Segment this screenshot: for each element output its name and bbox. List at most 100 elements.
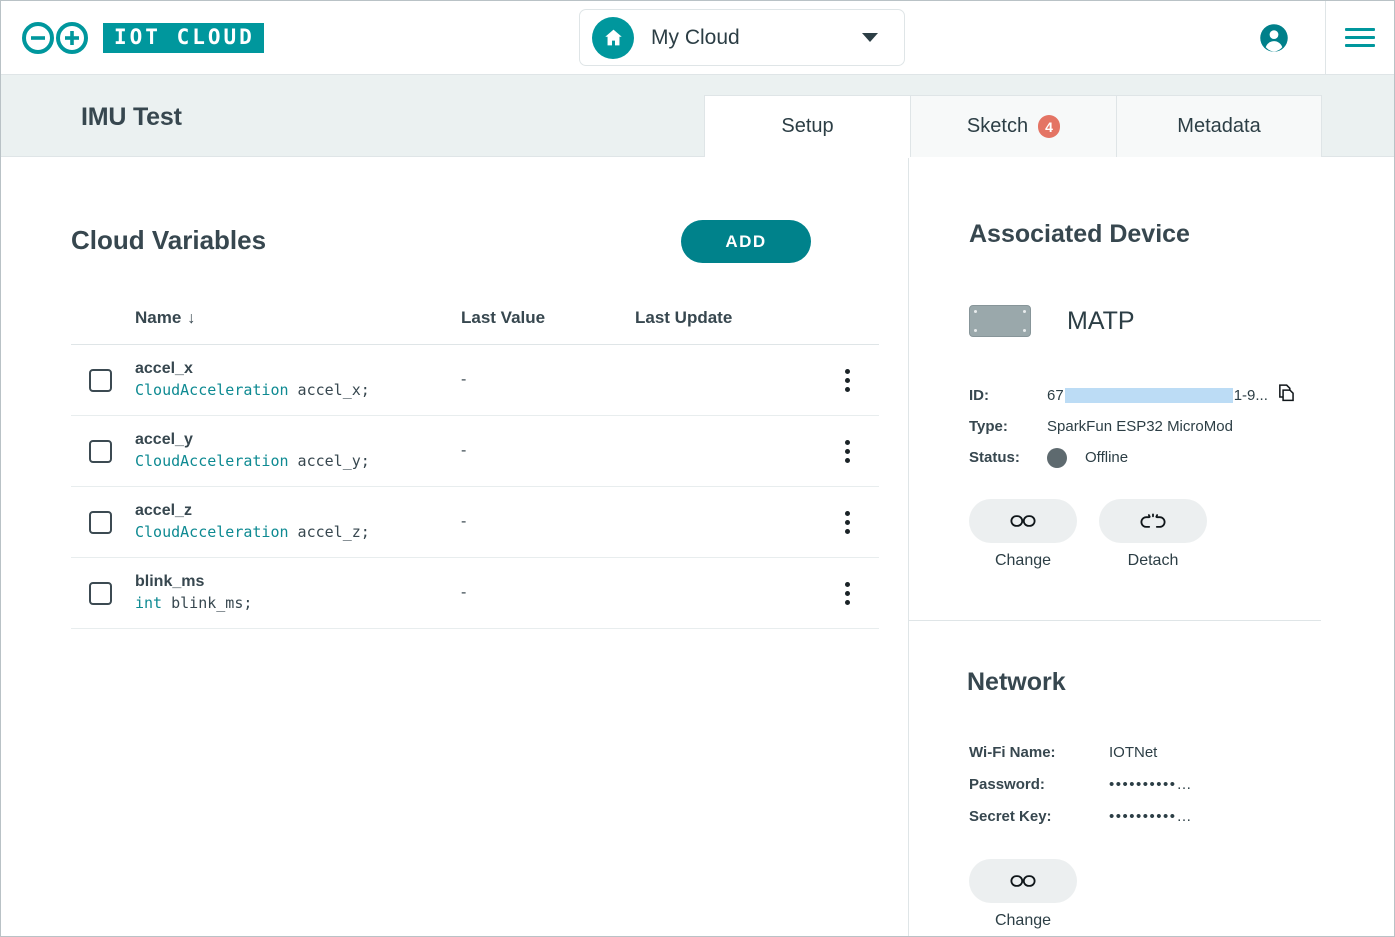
secret-key-value: ••••••••••… bbox=[1109, 808, 1193, 825]
row-more-options-icon[interactable] bbox=[833, 582, 861, 605]
device-id-redaction bbox=[1065, 388, 1233, 403]
device-name: MATP bbox=[1067, 307, 1135, 336]
variable-declaration: CloudAcceleration accel_y; bbox=[135, 451, 461, 473]
row-actions-cell bbox=[815, 558, 879, 629]
variable-declaration: CloudAcceleration accel_z; bbox=[135, 522, 461, 544]
row-name-cell: accel_z CloudAcceleration accel_z; bbox=[135, 487, 461, 558]
tab-metadata[interactable]: Metadata bbox=[1116, 95, 1322, 157]
top-bar-actions bbox=[1193, 1, 1394, 74]
cloud-selector-label: My Cloud bbox=[651, 26, 862, 50]
secret-key-label: Secret Key: bbox=[969, 808, 1109, 825]
device-actions: Change Detach bbox=[969, 499, 1207, 570]
tab-sketch[interactable]: Sketch 4 bbox=[910, 95, 1116, 157]
link-icon bbox=[1010, 873, 1036, 889]
top-navigation-bar: IOT CLOUD My Cloud bbox=[1, 1, 1394, 75]
device-network-sidebar: Associated Device MATP ID: 671-9... bbox=[909, 158, 1394, 937]
variable-type: CloudAcceleration bbox=[135, 523, 289, 541]
table-row[interactable]: accel_z CloudAcceleration accel_z; - bbox=[71, 487, 879, 558]
variable-declaration: int blink_ms; bbox=[135, 593, 461, 615]
row-more-options-icon[interactable] bbox=[833, 369, 861, 392]
wifi-name-label: Wi-Fi Name: bbox=[969, 744, 1109, 761]
brand-logo[interactable]: IOT CLOUD bbox=[19, 21, 264, 55]
device-board-icon bbox=[969, 305, 1031, 337]
row-more-options-icon[interactable] bbox=[833, 511, 861, 534]
tab-bar: Setup Sketch 4 Metadata bbox=[704, 95, 1322, 157]
network-change-label: Change bbox=[995, 912, 1051, 930]
variable-name: accel_z bbox=[135, 500, 461, 522]
secret-key-row: Secret Key: ••••••••••… bbox=[969, 800, 1299, 832]
main-content: Cloud Variables ADD Name ↓ Last Value Las… bbox=[1, 158, 1394, 937]
variable-identifier: accel_x; bbox=[289, 381, 370, 399]
app-window: IOT CLOUD My Cloud bbox=[0, 0, 1395, 937]
cloud-selector[interactable]: My Cloud bbox=[579, 9, 905, 66]
column-header-last-value: Last Value bbox=[461, 308, 635, 345]
cloud-variables-title: Cloud Variables bbox=[71, 225, 266, 256]
row-actions-cell bbox=[815, 345, 879, 416]
tab-metadata-label: Metadata bbox=[1177, 115, 1260, 138]
brand-wordmark: IOT CLOUD bbox=[103, 23, 264, 53]
row-last-update bbox=[635, 558, 815, 629]
network-change-button[interactable] bbox=[969, 859, 1077, 903]
device-id-label: ID: bbox=[969, 387, 1047, 404]
table-row[interactable]: blink_ms int blink_ms; - bbox=[71, 558, 879, 629]
tab-setup-label: Setup bbox=[781, 115, 833, 138]
row-checkbox[interactable] bbox=[89, 511, 112, 534]
device-summary: MATP bbox=[969, 305, 1135, 337]
device-detach-button[interactable] bbox=[1099, 499, 1207, 543]
password-label: Password: bbox=[969, 776, 1109, 793]
chevron-down-icon bbox=[862, 33, 878, 42]
section-divider bbox=[909, 620, 1321, 621]
apps-grid-icon[interactable] bbox=[1193, 25, 1219, 51]
status-badge: 4 bbox=[1038, 115, 1060, 138]
row-select-cell bbox=[71, 558, 135, 629]
device-change-label: Change bbox=[995, 552, 1051, 570]
row-select-cell bbox=[71, 345, 135, 416]
device-id-prefix: 67 bbox=[1047, 387, 1064, 404]
tab-sketch-label: Sketch bbox=[967, 115, 1028, 138]
column-header-name[interactable]: Name ↓ bbox=[135, 308, 461, 345]
user-avatar-icon[interactable] bbox=[1259, 23, 1289, 53]
home-icon bbox=[592, 17, 634, 59]
device-id-suffix: 1-9... bbox=[1234, 387, 1268, 404]
variable-identifier: accel_z; bbox=[289, 523, 370, 541]
variable-type: CloudAcceleration bbox=[135, 452, 289, 470]
device-id-row: ID: 67 1-9... bbox=[969, 380, 1369, 411]
sort-descending-icon: ↓ bbox=[187, 310, 195, 327]
row-select-cell bbox=[71, 487, 135, 558]
row-name-cell: accel_y CloudAcceleration accel_y; bbox=[135, 416, 461, 487]
device-status-value-wrap: Offline bbox=[1047, 448, 1128, 468]
add-variable-button[interactable]: ADD bbox=[681, 220, 811, 263]
variable-type: int bbox=[135, 594, 162, 612]
row-name-cell: accel_x CloudAcceleration accel_x; bbox=[135, 345, 461, 416]
table-row[interactable]: accel_x CloudAcceleration accel_x; - bbox=[71, 345, 879, 416]
variable-name: blink_ms bbox=[135, 571, 461, 593]
device-change-button[interactable] bbox=[969, 499, 1077, 543]
row-actions-cell bbox=[815, 487, 879, 558]
row-last-value: - bbox=[461, 416, 635, 487]
column-header-last-update: Last Update bbox=[635, 308, 815, 345]
arduino-infinity-logo bbox=[19, 21, 91, 55]
column-header-select bbox=[71, 308, 135, 345]
cloud-variables-table: Name ↓ Last Value Last Update accel_x bbox=[71, 308, 879, 629]
row-more-options-icon[interactable] bbox=[833, 440, 861, 463]
hamburger-menu-icon[interactable] bbox=[1325, 1, 1394, 74]
row-checkbox[interactable] bbox=[89, 369, 112, 392]
row-last-update bbox=[635, 345, 815, 416]
device-id-value: 67 1-9... bbox=[1047, 384, 1296, 408]
device-status-label: Status: bbox=[969, 449, 1047, 466]
table-row[interactable]: accel_y CloudAcceleration accel_y; - bbox=[71, 416, 879, 487]
row-checkbox[interactable] bbox=[89, 582, 112, 605]
tab-setup[interactable]: Setup bbox=[704, 95, 910, 157]
variable-identifier: blink_ms; bbox=[162, 594, 252, 612]
variable-name: accel_x bbox=[135, 358, 461, 380]
wifi-name-row: Wi-Fi Name: IOTNet bbox=[969, 736, 1299, 768]
copy-icon[interactable] bbox=[1277, 384, 1296, 408]
variable-declaration: CloudAcceleration accel_x; bbox=[135, 380, 461, 402]
row-last-value: - bbox=[461, 345, 635, 416]
device-detach-label: Detach bbox=[1128, 552, 1179, 570]
column-header-name-label: Name bbox=[135, 308, 181, 327]
table-header-row: Name ↓ Last Value Last Update bbox=[71, 308, 879, 345]
network-details: Wi-Fi Name: IOTNet Password: ••••••••••…… bbox=[969, 736, 1299, 832]
row-last-update bbox=[635, 416, 815, 487]
row-checkbox[interactable] bbox=[89, 440, 112, 463]
